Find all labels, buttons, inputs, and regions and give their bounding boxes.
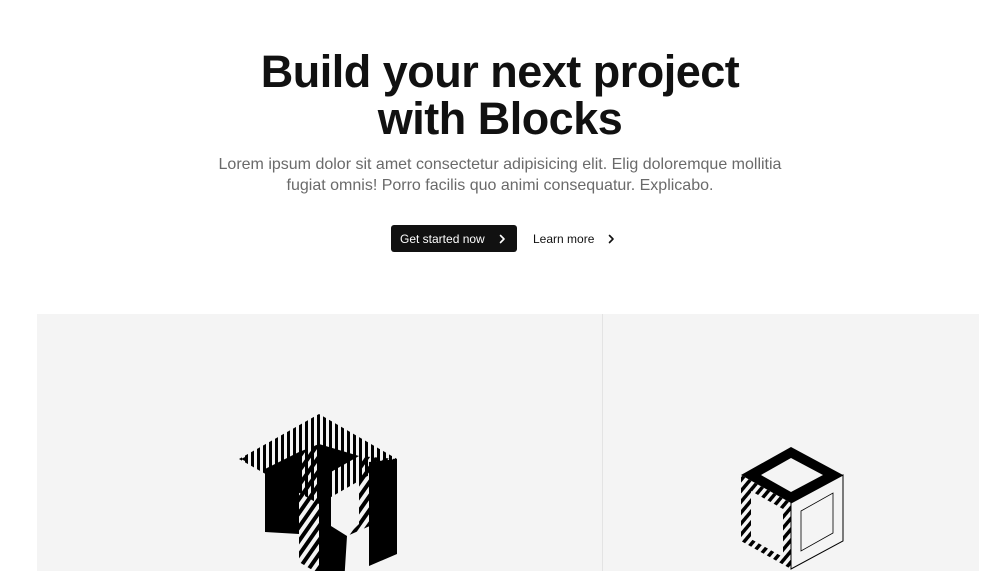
isometric-cube-icon bbox=[739, 447, 849, 571]
chevron-right-icon bbox=[606, 234, 616, 244]
get-started-label: Get started now bbox=[400, 231, 485, 246]
hero-title-line-2: with Blocks bbox=[377, 93, 623, 144]
striped-hexagon-block-icon bbox=[239, 414, 409, 571]
feature-panels bbox=[37, 314, 979, 571]
feature-panel-left bbox=[37, 314, 603, 571]
hero-subtitle-line-1: Lorem ipsum dolor sit amet consectetur a… bbox=[218, 156, 782, 173]
cta-row: Get started now Learn more bbox=[391, 225, 616, 252]
feature-panel-right bbox=[603, 314, 979, 571]
hero-title: Build your next project with Blocks bbox=[190, 48, 810, 142]
get-started-button[interactable]: Get started now bbox=[391, 225, 517, 252]
page: Build your next project with Blocks Lore… bbox=[0, 0, 1000, 571]
hero-section: Build your next project with Blocks Lore… bbox=[0, 48, 1000, 196]
learn-more-button[interactable]: Learn more bbox=[533, 225, 616, 252]
chevron-right-icon bbox=[497, 234, 507, 244]
learn-more-label: Learn more bbox=[533, 231, 595, 246]
hero-subtitle: Lorem ipsum dolor sit amet consectetur a… bbox=[200, 154, 800, 196]
hero-subtitle-line-2: fugiat omnis! Porro facilis quo animi co… bbox=[286, 177, 714, 194]
hero-title-line-1: Build your next project bbox=[260, 46, 740, 97]
